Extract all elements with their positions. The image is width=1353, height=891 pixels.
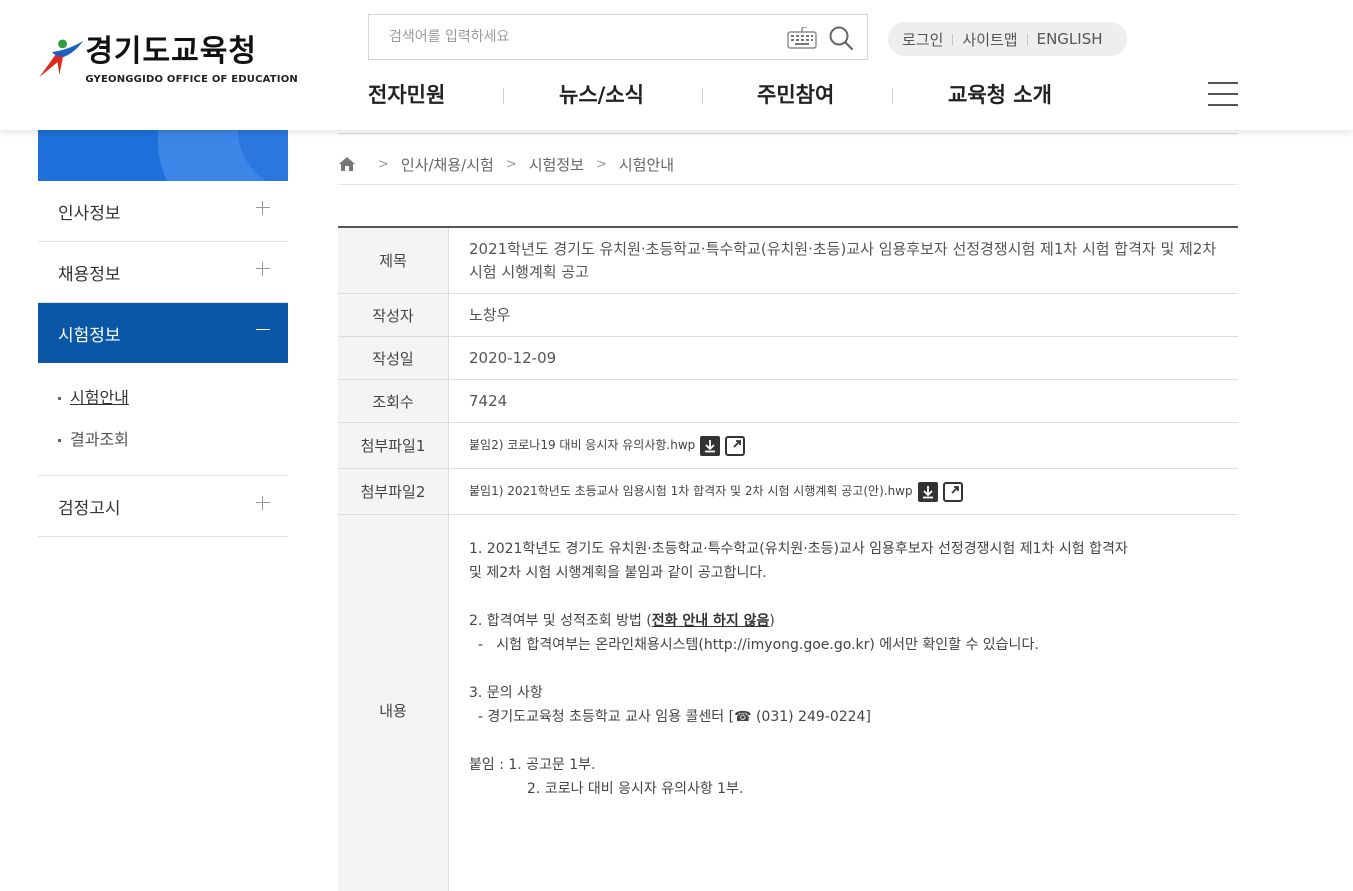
gnb-item-civil-service[interactable]: 전자민원 bbox=[368, 78, 445, 112]
logo-title: 경기도교육청 bbox=[85, 34, 257, 69]
content-line: 2. 코로나 대비 응시자 유의사항 1부. bbox=[527, 781, 744, 797]
post-title: 2021학년도 경기도 유치원·초등학교·특수학교(유치원·초등)교사 임용후보… bbox=[469, 239, 1217, 281]
content-line: 붙임 : 1. 공고문 1부. bbox=[469, 757, 596, 773]
preview-icon[interactable] bbox=[942, 481, 963, 502]
post-title-row: 제목 2021학년도 경기도 유치원·초등학교·특수학교(유치원·초등)교사 임… bbox=[338, 228, 1238, 294]
post-view-table: 제목 2021학년도 경기도 유치원·초등학교·특수학교(유치원·초등)교사 임… bbox=[338, 226, 1238, 891]
sidebar-subitem-results[interactable]: 결과조회 bbox=[58, 419, 288, 461]
divider bbox=[338, 184, 1238, 185]
row-label: 작성일 bbox=[338, 337, 449, 379]
row-label: 첨부파일2 bbox=[338, 469, 449, 514]
sidebar-item-label: 인사정보 bbox=[58, 203, 121, 224]
content-line: 1. 2021학년도 경기도 유치원·초등학교·특수학교(유치원·초등)교사 임… bbox=[469, 541, 1128, 557]
post-views: 7424 bbox=[469, 391, 508, 410]
content-line: - 경기도교육청 초등학교 교사 임용 콜센터 [☎ (031) 249-022… bbox=[469, 709, 871, 725]
search-box bbox=[368, 14, 868, 60]
minus-icon bbox=[256, 323, 270, 337]
row-label: 작성자 bbox=[338, 294, 449, 336]
breadcrumb: > 인사/채용/시험 > 시험정보 > 시험안내 bbox=[338, 144, 1238, 184]
sitemap-link[interactable]: 사이트맵 bbox=[962, 29, 1017, 50]
home-icon[interactable] bbox=[338, 156, 356, 172]
sidebar-item-exam-info[interactable]: 시험정보 bbox=[38, 303, 288, 363]
gnb-item-participation[interactable]: 주민참여 bbox=[757, 78, 834, 112]
breadcrumb-item[interactable]: 시험정보 bbox=[529, 154, 584, 175]
chevron-right-icon: > bbox=[505, 156, 517, 172]
logo[interactable]: 경기도교육청 GYEONGGIDO OFFICE OF EDUCATION bbox=[38, 26, 298, 92]
search-icon[interactable] bbox=[828, 25, 854, 51]
plus-icon bbox=[256, 201, 270, 215]
logo-emblem-icon bbox=[39, 39, 84, 78]
download-icon[interactable] bbox=[700, 435, 721, 456]
chevron-right-icon: > bbox=[378, 156, 389, 172]
gnb-item-about[interactable]: 교육청 소개 bbox=[948, 78, 1052, 112]
plus-icon bbox=[256, 262, 270, 276]
preview-icon[interactable] bbox=[725, 435, 746, 456]
post-date: 2020-12-09 bbox=[469, 348, 557, 367]
chevron-right-icon: > bbox=[595, 156, 607, 172]
login-link[interactable]: 로그인 bbox=[902, 29, 943, 50]
attachment-link[interactable]: 붙임2) 코로나19 대비 응시자 유의사항.hwp bbox=[469, 434, 695, 457]
row-label: 조회수 bbox=[338, 380, 449, 422]
row-label: 제목 bbox=[338, 228, 449, 293]
search-input[interactable] bbox=[369, 15, 769, 59]
sidebar-subitem-exam-guide[interactable]: 시험안내 bbox=[58, 377, 288, 419]
content-line: 및 제2차 시험 시행계획을 붙임과 같이 공고합니다. bbox=[469, 565, 767, 581]
sidebar-item-recruitment[interactable]: 채용정보 bbox=[38, 242, 288, 303]
breadcrumb-item[interactable]: 인사/채용/시험 bbox=[401, 154, 494, 175]
sidebar-item-qualification-exam[interactable]: 검정고시 bbox=[38, 476, 288, 537]
sidebar-item-label: 검정고시 bbox=[58, 498, 121, 519]
breadcrumb-item[interactable]: 시험안내 bbox=[619, 154, 674, 175]
hamburger-menu-icon[interactable] bbox=[1208, 82, 1238, 108]
post-views-row: 조회수 7424 bbox=[338, 380, 1238, 423]
content-line: - 시험 합격여부는 온라인채용시스템(http://imyong.goe.go… bbox=[469, 637, 1039, 653]
site-header: 경기도교육청 GYEONGGIDO OFFICE OF EDUCATION 로그… bbox=[0, 0, 1353, 130]
gnb-item-news[interactable]: 뉴스/소식 bbox=[559, 78, 644, 112]
attachment-row-1: 첨부파일1 붙임2) 코로나19 대비 응시자 유의사항.hwp bbox=[338, 423, 1238, 469]
post-author: 노창우 bbox=[469, 305, 511, 324]
english-link[interactable]: ENGLISH bbox=[1037, 30, 1103, 48]
post-date-row: 작성일 2020-12-09 bbox=[338, 337, 1238, 380]
attachment-row-2: 첨부파일2 붙임1) 2021학년도 초등교사 임용시험 1차 합격자 및 2차… bbox=[338, 469, 1238, 515]
sidebar-item-label: 시험정보 bbox=[58, 325, 121, 346]
attachment-link[interactable]: 붙임1) 2021학년도 초등교사 임용시험 1차 합격자 및 2차 시험 시행… bbox=[469, 480, 913, 503]
sidebar-item-personnel[interactable]: 인사정보 bbox=[38, 181, 288, 242]
separator bbox=[1026, 33, 1028, 45]
download-icon[interactable] bbox=[917, 481, 938, 502]
plus-icon bbox=[256, 496, 270, 510]
separator bbox=[702, 88, 703, 104]
divider bbox=[338, 133, 1238, 134]
virtual-keyboard-icon[interactable] bbox=[787, 27, 817, 49]
separator bbox=[503, 88, 504, 104]
logo-subtitle: GYEONGGIDO OFFICE OF EDUCATION bbox=[85, 74, 298, 85]
post-content-row: 내용 1. 2021학년도 경기도 유치원·초등학교·특수학교(유치원·초등)교… bbox=[338, 515, 1238, 891]
sidebar-item-label: 채용정보 bbox=[58, 264, 121, 285]
separator bbox=[892, 88, 893, 104]
row-label: 첨부파일1 bbox=[338, 423, 449, 468]
sidebar: 인사정보 채용정보 시험정보 시험안내 결과조회 검정고시 bbox=[38, 181, 288, 537]
sidebar-banner bbox=[38, 130, 288, 181]
utility-links: 로그인 사이트맵 ENGLISH bbox=[888, 22, 1127, 56]
row-label: 내용 bbox=[338, 515, 449, 891]
sidebar-submenu: 시험안내 결과조회 bbox=[38, 363, 288, 476]
content-line: 2. 합격여부 및 성적조회 방법 (전화 안내 하지 않음) bbox=[469, 613, 775, 629]
separator bbox=[952, 33, 954, 45]
content-line: 3. 문의 사항 bbox=[469, 685, 543, 701]
post-content: 1. 2021학년도 경기도 유치원·초등학교·특수학교(유치원·초등)교사 임… bbox=[449, 515, 1238, 891]
post-author-row: 작성자 노창우 bbox=[338, 294, 1238, 337]
emphasis-text: 전화 안내 하지 않음 bbox=[651, 613, 770, 629]
